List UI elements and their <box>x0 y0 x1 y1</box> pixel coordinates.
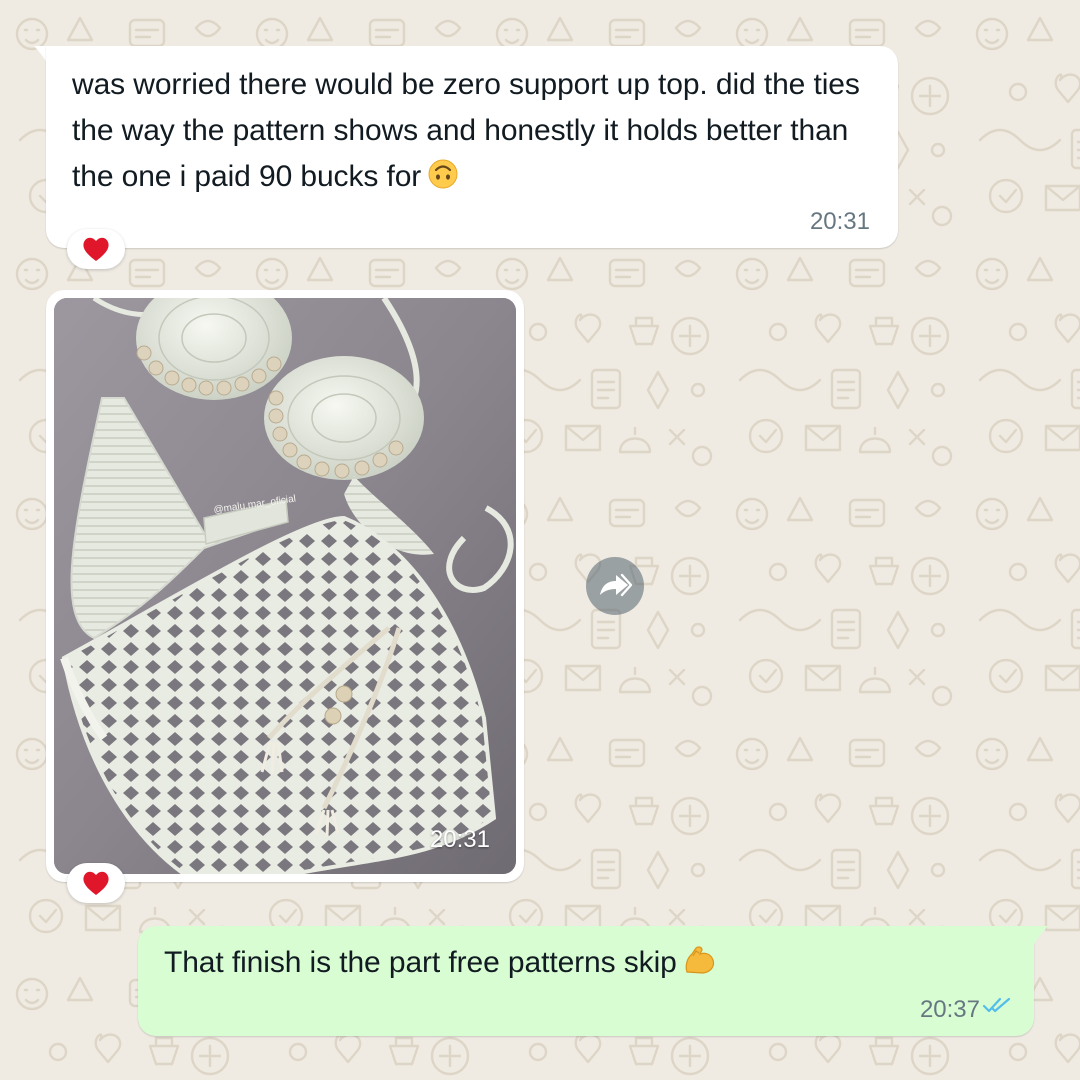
outgoing-bubble-tail <box>1034 926 1048 944</box>
read-ticks-icon <box>982 997 1011 1013</box>
forward-icon <box>600 573 632 597</box>
incoming-message-1[interactable]: was worried there would be zero support … <box>46 46 898 248</box>
message-timestamp: 20:37 <box>919 996 980 1023</box>
forward-button[interactable] <box>586 557 644 615</box>
image-timestamp: 20:31 <box>429 826 490 853</box>
reaction-badge[interactable] <box>67 863 125 903</box>
message-text: That finish is the part free patterns sk… <box>164 940 1004 986</box>
crochet-photo[interactable]: @malu.mar_oficial 20:31 <box>54 298 516 874</box>
outgoing-message-1[interactable]: That finish is the part free patterns sk… <box>138 926 1034 1036</box>
reaction-badge[interactable] <box>67 229 125 269</box>
incoming-image-message[interactable]: @malu.mar_oficial 20:31 <box>46 290 524 882</box>
red-heart-icon <box>83 871 109 895</box>
flexed-biceps-icon <box>685 946 714 974</box>
message-text: was worried there would be zero support … <box>72 68 860 193</box>
crochet-bikini-image: @malu.mar_oficial <box>54 298 516 874</box>
red-heart-icon <box>83 237 109 261</box>
upside-down-face-icon <box>428 159 458 189</box>
message-timestamp: 20:31 <box>809 208 870 235</box>
